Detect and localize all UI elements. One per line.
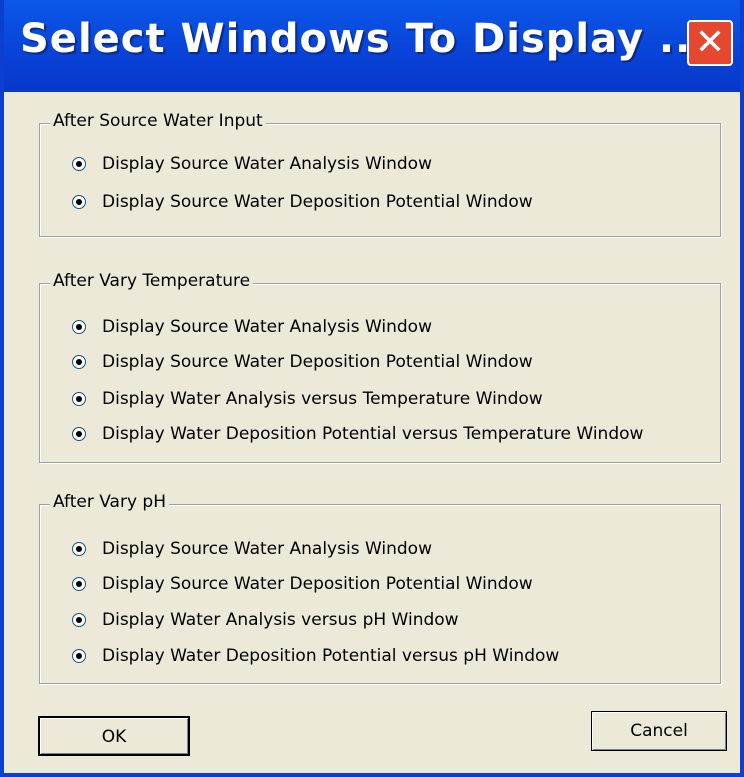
option-source-water-deposition[interactable]: Display Source Water Deposition Potentia…	[72, 572, 533, 596]
option-label: Display Source Water Deposition Potentia…	[102, 574, 533, 594]
radio-button[interactable]	[72, 320, 86, 334]
radio-button[interactable]	[72, 542, 86, 556]
option-source-water-deposition[interactable]: Display Source Water Deposition Potentia…	[72, 190, 533, 214]
option-label: Display Source Water Analysis Window	[102, 539, 432, 559]
close-button[interactable]: ✕	[687, 20, 733, 66]
ok-button[interactable]: OK	[38, 716, 190, 756]
radio-button[interactable]	[72, 195, 86, 209]
option-water-analysis-vs-temperature[interactable]: Display Water Analysis versus Temperatur…	[72, 387, 543, 411]
option-label: Display Source Water Deposition Potentia…	[102, 192, 533, 212]
radio-button[interactable]	[72, 649, 86, 663]
option-label: Display Source Water Deposition Potentia…	[102, 352, 533, 372]
option-label: Display Water Analysis versus Temperatur…	[102, 389, 543, 409]
window-title: Select Windows To Display ...	[20, 16, 708, 62]
option-source-water-analysis[interactable]: Display Source Water Analysis Window	[72, 152, 432, 176]
option-water-deposition-vs-ph[interactable]: Display Water Deposition Potential versu…	[72, 644, 559, 668]
option-source-water-analysis[interactable]: Display Source Water Analysis Window	[72, 537, 432, 561]
radio-button[interactable]	[72, 392, 86, 406]
group-label: After Vary Temperature	[50, 271, 254, 291]
option-label: Display Water Analysis versus pH Window	[102, 610, 459, 630]
option-water-analysis-vs-ph[interactable]: Display Water Analysis versus pH Window	[72, 608, 459, 632]
cancel-button[interactable]: Cancel	[591, 711, 727, 751]
title-bar[interactable]: Select Windows To Display ... ✕	[4, 0, 740, 92]
group-after-vary-temperature: After Vary Temperature Display Source Wa…	[39, 271, 721, 463]
close-icon: ✕	[694, 22, 726, 63]
radio-button[interactable]	[72, 157, 86, 171]
radio-button[interactable]	[72, 577, 86, 591]
option-water-deposition-vs-temperature[interactable]: Display Water Deposition Potential versu…	[72, 422, 643, 446]
group-after-source-water-input: After Source Water Input Display Source …	[39, 111, 721, 237]
option-label: Display Water Deposition Potential versu…	[102, 646, 560, 666]
option-label: Display Source Water Analysis Window	[102, 317, 432, 337]
dialog-window: Select Windows To Display ... ✕ After So…	[0, 0, 744, 777]
radio-button[interactable]	[72, 355, 86, 369]
group-label: After Vary pH	[50, 492, 169, 512]
option-label: Display Water Deposition Potential versu…	[102, 424, 644, 444]
group-after-vary-ph: After Vary pH Display Source Water Analy…	[39, 492, 721, 684]
group-label: After Source Water Input	[50, 111, 266, 131]
radio-button[interactable]	[72, 427, 86, 441]
option-label: Display Source Water Analysis Window	[102, 154, 432, 174]
radio-button[interactable]	[72, 613, 86, 627]
option-source-water-analysis[interactable]: Display Source Water Analysis Window	[72, 315, 432, 339]
option-source-water-deposition[interactable]: Display Source Water Deposition Potentia…	[72, 350, 533, 374]
